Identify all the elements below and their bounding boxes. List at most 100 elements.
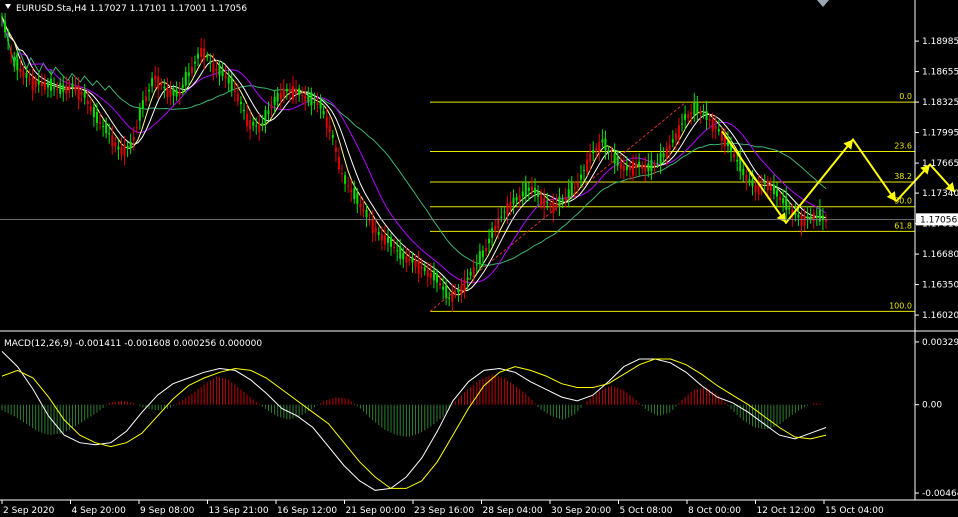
candle-body	[564, 196, 567, 200]
candle-body	[132, 136, 135, 141]
candle-body	[779, 197, 782, 201]
main-panel-bg	[0, 0, 915, 330]
candle-body	[371, 219, 374, 233]
candle-body	[448, 297, 451, 299]
candle-body	[74, 86, 77, 92]
candle-body	[788, 208, 791, 210]
candle-body	[65, 85, 68, 94]
candle-body	[537, 191, 540, 197]
candle-body	[803, 215, 806, 227]
price-tick-label: 1.17340	[922, 189, 958, 199]
macd-axis: 0.003296 0.00 -0.004641	[915, 338, 958, 499]
candle-body	[647, 163, 650, 172]
candle-body	[451, 293, 454, 303]
candle-body	[356, 193, 359, 204]
price-tick-label: 1.17665	[922, 159, 958, 169]
candle-body	[408, 259, 411, 261]
macd-tick-label: 0.003296	[922, 338, 958, 348]
candle-body	[215, 68, 218, 72]
candle-body	[31, 77, 34, 91]
candle-body	[25, 73, 28, 78]
candle-body	[319, 100, 322, 109]
time-tick-label: 2 Sep 2020	[3, 506, 55, 516]
candle-body	[533, 187, 536, 194]
candle-body	[674, 133, 677, 141]
candle-body	[439, 283, 442, 286]
candle-body	[239, 101, 242, 105]
candle-body	[350, 189, 353, 193]
candle-body	[693, 102, 696, 115]
candle-body	[212, 63, 215, 73]
candle-body	[13, 56, 16, 67]
price-axis: 1.18985 1.18655 1.18325 1.17995 1.17665 1.173…	[915, 37, 958, 321]
candle-body	[221, 70, 224, 77]
candle-body	[809, 216, 812, 218]
candle-body	[359, 204, 362, 208]
candle-body	[650, 159, 653, 172]
candle-body	[521, 191, 524, 197]
candle-body	[46, 81, 49, 88]
candle-body	[34, 80, 37, 87]
candle-body	[307, 94, 310, 103]
time-tick-label: 28 Sep 04:00	[483, 506, 543, 516]
candle-body	[696, 103, 699, 113]
candle-body	[512, 197, 515, 204]
candle-body	[279, 92, 282, 100]
macd-main-line	[1, 351, 827, 491]
candle-body	[500, 216, 503, 218]
candle-body	[463, 279, 466, 292]
candle-body	[144, 96, 147, 101]
candle-body	[102, 126, 105, 128]
candle-body	[445, 285, 448, 298]
candle-body	[288, 89, 291, 92]
candle-body	[270, 105, 273, 109]
candle-body	[148, 89, 151, 92]
candle-body	[4, 21, 7, 33]
candle-body	[362, 209, 365, 212]
price-tick-label: 1.18655	[922, 68, 958, 78]
candle-body	[353, 188, 356, 200]
candle-body	[187, 72, 190, 77]
candle-body	[484, 247, 487, 252]
candle-body	[494, 226, 497, 231]
candle-body	[503, 211, 506, 213]
candle-body	[625, 165, 628, 171]
candle-body	[530, 186, 533, 191]
time-tick-label: 21 Sep 00:00	[346, 506, 406, 516]
price-tick-label: 1.18985	[922, 37, 958, 47]
main-price-panel[interactable]: 0.023.638.250.061.8100.0	[0, 0, 956, 330]
candle-body	[399, 246, 402, 259]
candle-body	[769, 185, 772, 191]
candle-body	[328, 125, 331, 133]
candle-body	[166, 87, 169, 98]
candle-body	[699, 111, 702, 114]
candle-body	[466, 277, 469, 280]
candle-body	[120, 147, 123, 156]
candle-body	[687, 114, 690, 119]
macd-tick-label: -0.004641	[922, 489, 958, 499]
candle-body	[772, 184, 775, 194]
candle-body	[717, 129, 720, 132]
price-tick-label: 1.16350	[922, 281, 958, 291]
candle-body	[766, 180, 769, 191]
candle-body	[607, 150, 610, 152]
candle-body	[227, 77, 230, 84]
candle-body	[402, 252, 405, 260]
candle-body	[322, 110, 325, 115]
candle-body	[230, 78, 233, 91]
candle-body	[325, 117, 328, 128]
fib-level-label: 38.2	[894, 172, 912, 181]
candle-body	[43, 82, 46, 91]
candle-body	[316, 102, 319, 105]
candle-body	[344, 175, 347, 184]
candle-body	[383, 235, 386, 245]
candle-body	[745, 175, 748, 181]
candle-body	[334, 147, 337, 153]
candle-body	[175, 89, 178, 97]
candle-body	[481, 250, 484, 258]
candle-body	[138, 107, 141, 121]
macd-panel[interactable]	[1, 351, 827, 491]
symbol-header: EURUSD.Sta,H4 1.17027 1.17101 1.17001 1.…	[16, 4, 247, 14]
candle-body	[111, 135, 114, 147]
candle-body	[77, 86, 80, 100]
